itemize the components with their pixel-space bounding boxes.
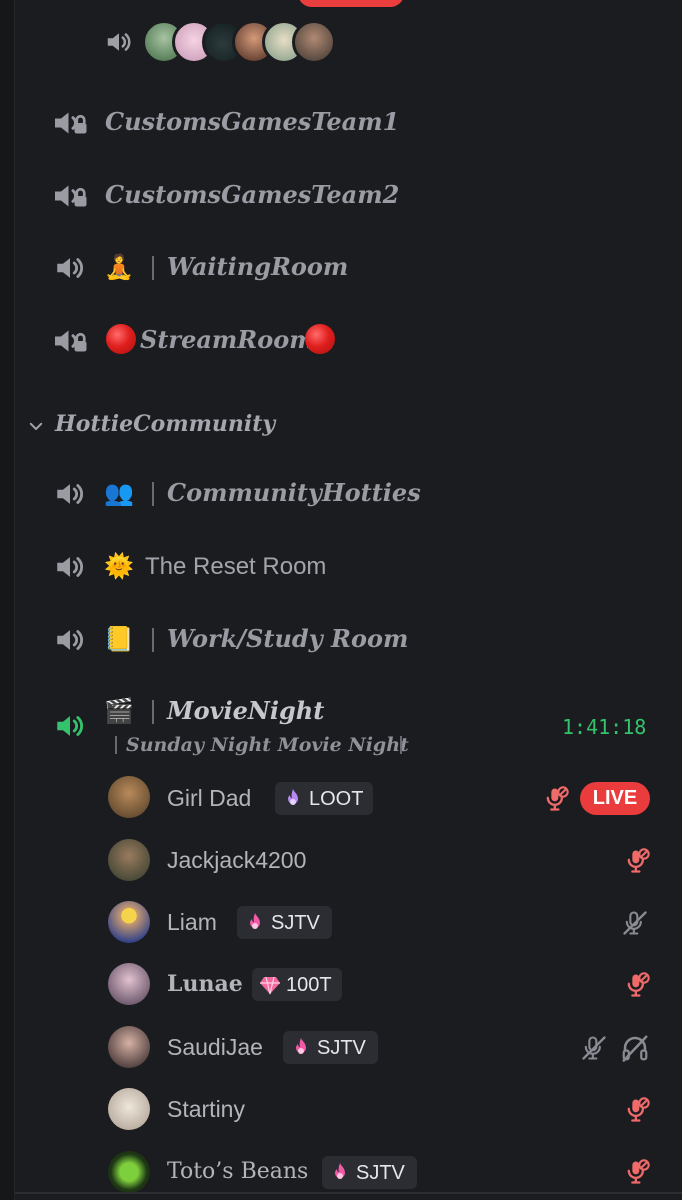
- avatar: [108, 839, 150, 881]
- speaker-lock-icon: [50, 323, 90, 359]
- tag-label: SJTV: [317, 1036, 366, 1059]
- channel-timer: 1:41:18: [562, 715, 647, 739]
- channel-name: CommunityHotties: [167, 478, 421, 507]
- divider: [400, 736, 402, 754]
- speaker-icon: [102, 27, 136, 57]
- chevron-down-icon: [27, 417, 45, 435]
- avatar: [108, 1026, 150, 1068]
- speaker-icon: [52, 550, 88, 584]
- speaker-lock-icon: [50, 178, 90, 214]
- speaker-icon: [52, 709, 88, 743]
- server-rail-edge: [0, 0, 15, 1200]
- speaker-icon: [52, 251, 88, 285]
- channel-name: CustomsGamesTeam1: [105, 107, 400, 136]
- user-name: Startiny: [167, 1096, 245, 1122]
- user-name: Lunae: [167, 971, 243, 997]
- channel-name: MovieNight: [167, 696, 325, 725]
- flame-icon: [289, 1036, 313, 1060]
- mic-muted-icon: [621, 908, 649, 938]
- channel-emoji: 👥: [104, 479, 134, 507]
- speaker-lock-icon: [50, 105, 90, 141]
- flame-icon: [243, 911, 267, 935]
- tag-label: SJTV: [356, 1161, 405, 1184]
- mic-muted-icon: [580, 1033, 608, 1063]
- user-name: Toto’s Beans: [167, 1159, 309, 1184]
- divider: [115, 736, 117, 754]
- divider: [152, 700, 154, 724]
- user-name: Jackjack4200: [167, 847, 307, 873]
- divider: [152, 628, 154, 652]
- avatar: [108, 1151, 150, 1193]
- flame-icon: [328, 1161, 352, 1185]
- tag-label: SJTV: [271, 911, 320, 934]
- user-name: Girl Dad: [167, 785, 252, 811]
- divider: [152, 256, 154, 280]
- divider: [15, 1192, 682, 1194]
- channel-emoji: 🎬: [104, 697, 134, 725]
- channel-name: The Reset Room: [145, 553, 327, 580]
- red-circle-icon: [106, 324, 136, 354]
- red-circle-icon: [305, 324, 335, 354]
- channel-list: CustomsGamesTeam1 CustomsGamesTeam2 🧘 Wa…: [0, 0, 682, 1200]
- category-label: HottieCommunity: [55, 411, 276, 437]
- live-badge: LIVE: [580, 782, 650, 815]
- avatar: [108, 963, 150, 1005]
- server-tag: SJTV: [322, 1156, 417, 1189]
- server-tag: SJTV: [237, 906, 332, 939]
- avatar: [108, 1088, 150, 1130]
- server-tag: LOOT: [275, 782, 373, 815]
- live-badge-partial: [298, 0, 404, 7]
- channel-emoji: 🌞: [104, 552, 134, 580]
- headphones-off-icon: [620, 1033, 650, 1063]
- server-tag: 100T: [252, 968, 342, 1001]
- mic-muted-icon: [623, 1157, 651, 1187]
- mic-muted-icon: [623, 846, 651, 876]
- user-name: Liam: [167, 909, 217, 935]
- mic-muted-icon: [542, 784, 570, 814]
- channel-emoji: 📒: [104, 625, 134, 653]
- avatar: [108, 901, 150, 943]
- tag-label: LOOT: [309, 787, 364, 810]
- channel-topic: Sunday Night Movie Night: [126, 734, 409, 756]
- speaker-icon: [52, 623, 88, 657]
- server-tag: SJTV: [283, 1031, 378, 1064]
- divider: [152, 482, 154, 506]
- channel-name: Work/Study Room: [167, 624, 409, 653]
- avatar: [108, 776, 150, 818]
- channel-name: WaitingRoom: [167, 252, 349, 281]
- channel-emoji: 🧘: [104, 253, 134, 281]
- gem-icon: [258, 973, 282, 997]
- user-name: SaudiJae: [167, 1034, 263, 1060]
- avatar: [292, 20, 336, 64]
- flame-icon: [281, 787, 305, 811]
- channel-name: CustomsGamesTeam2: [105, 180, 400, 209]
- mic-muted-icon: [623, 970, 651, 1000]
- tag-label: 100T: [286, 973, 332, 996]
- channel-name: StreamRoom: [140, 325, 315, 354]
- speaker-icon: [52, 477, 88, 511]
- mic-muted-icon: [623, 1095, 651, 1125]
